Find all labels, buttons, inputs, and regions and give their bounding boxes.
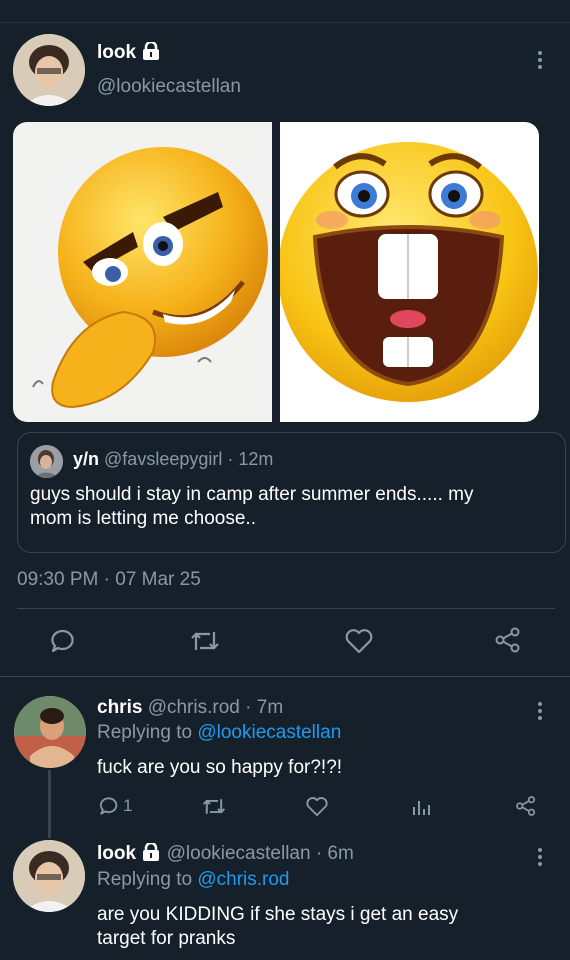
replying-to-label: Replying to [97, 869, 193, 890]
share-icon[interactable] [494, 626, 522, 659]
reply-time: · 6m [315, 843, 354, 864]
more-icon[interactable] [538, 845, 544, 869]
quoted-author-row: y/n @favsleepygirl · 12m [73, 449, 273, 470]
quoted-time: · 12m [227, 449, 274, 469]
quoted-display-name: y/n [73, 449, 100, 469]
handle[interactable]: @lookiecastellan [97, 76, 241, 98]
replying-to-row: Replying to @chris.rod [97, 869, 290, 891]
reply-icon[interactable] [50, 628, 76, 659]
share-icon[interactable] [515, 795, 537, 822]
quoted-text: guys should i stay in camp after summer … [30, 483, 474, 531]
divider [0, 676, 570, 677]
reply-count: 1 [123, 796, 133, 815]
like-icon[interactable] [345, 628, 373, 659]
quoted-avatar [30, 445, 63, 478]
display-name[interactable]: look [97, 42, 136, 63]
avatar[interactable] [13, 34, 85, 106]
replying-to-link[interactable]: @chris.rod [197, 869, 289, 890]
like-icon[interactable] [306, 796, 328, 822]
handle[interactable]: @lookiecastellan [167, 843, 311, 864]
reply-icon [100, 797, 118, 815]
avatar[interactable] [13, 840, 85, 912]
media-image-right[interactable] [280, 122, 539, 422]
more-icon[interactable] [538, 699, 544, 723]
reply-time: · 7m [245, 697, 284, 718]
quoted-text-line: guys should i stay in camp after summer … [30, 484, 474, 505]
quoted-text-line: mom is letting me choose.. [30, 508, 256, 529]
reply-button[interactable]: 1 [99, 796, 132, 816]
replying-to-row: Replying to @lookiecastellan [97, 722, 341, 744]
lock-icon [141, 40, 161, 66]
display-name[interactable]: chris [97, 697, 142, 718]
replying-to-link[interactable]: @lookiecastellan [197, 722, 341, 743]
quoted-tweet[interactable]: y/n @favsleepygirl · 12m guys should i s… [17, 432, 566, 553]
more-icon[interactable] [538, 48, 544, 72]
handle[interactable]: @chris.rod [148, 697, 240, 718]
reply-text-line: are you KIDDING if she stays i get an ea… [97, 904, 459, 925]
retweet-icon[interactable] [202, 796, 226, 822]
display-name[interactable]: look [97, 843, 136, 864]
reply-text: fuck are you so happy for?!?! [97, 757, 343, 778]
lock-icon [141, 841, 161, 867]
retweet-icon[interactable] [190, 628, 220, 659]
reply-author-row: chris @chris.rod · 7m [97, 697, 283, 719]
replying-to-label: Replying to [97, 722, 193, 743]
avatar[interactable] [14, 696, 86, 768]
author-row: look [97, 40, 161, 66]
tweet-timestamp[interactable]: 09:30 PM · 07 Mar 25 [17, 569, 201, 591]
divider [17, 608, 555, 609]
media-image-left[interactable] [13, 122, 272, 422]
analytics-icon[interactable] [411, 797, 431, 822]
reply-author-row: look @lookiecastellan · 6m [97, 841, 354, 867]
top-bar [0, 0, 570, 23]
quoted-handle: @favsleepygirl [104, 449, 223, 469]
reply-text: are you KIDDING if she stays i get an ea… [97, 903, 458, 951]
reply-text-line: target for pranks [97, 928, 236, 949]
thread-line [48, 770, 51, 838]
